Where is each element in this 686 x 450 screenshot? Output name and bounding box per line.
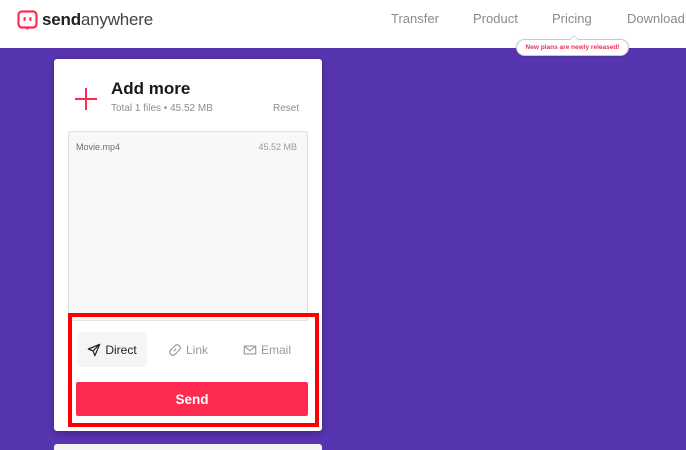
tab-email-label: Email: [261, 342, 292, 357]
file-list: Movie.mp4 45.52 MB: [68, 131, 308, 321]
nav-download[interactable]: Download: [627, 11, 685, 27]
send-button[interactable]: Send: [76, 382, 308, 416]
add-more-title[interactable]: Add more: [111, 79, 190, 99]
transfer-card: Add more Total 1 files • 45.52 MB Reset …: [54, 59, 322, 431]
nav-transfer[interactable]: Transfer: [391, 11, 439, 27]
link-icon: [169, 343, 181, 356]
sendanywhere-logo-icon: [17, 9, 38, 30]
file-name: Movie.mp4: [76, 142, 121, 152]
tab-link-label: Link: [186, 342, 209, 357]
files-summary: Total 1 files • 45.52 MB: [111, 103, 213, 114]
tab-direct[interactable]: Direct: [77, 332, 147, 367]
brand-name-light: anywhere: [80, 10, 154, 29]
brand-logo[interactable]: sendanywhere: [17, 9, 153, 31]
brand-name-bold: send: [42, 10, 81, 29]
nav-product[interactable]: Product: [473, 11, 518, 27]
tab-email[interactable]: Email: [243, 332, 291, 367]
tab-direct-label: Direct: [105, 342, 137, 357]
reset-button[interactable]: Reset: [273, 103, 299, 115]
file-size: 45.52 MB: [258, 142, 297, 152]
add-files-plus-icon[interactable]: [74, 87, 98, 111]
envelope-icon: [243, 344, 257, 355]
next-card-edge: [54, 444, 322, 450]
nav-pricing[interactable]: Pricing: [552, 11, 592, 27]
tab-link[interactable]: Link: [168, 332, 208, 367]
paper-plane-icon: [88, 343, 101, 356]
pricing-new-plans-badge[interactable]: New plans are newly released!: [516, 35, 629, 56]
brand-name: sendanywhere: [42, 9, 153, 31]
